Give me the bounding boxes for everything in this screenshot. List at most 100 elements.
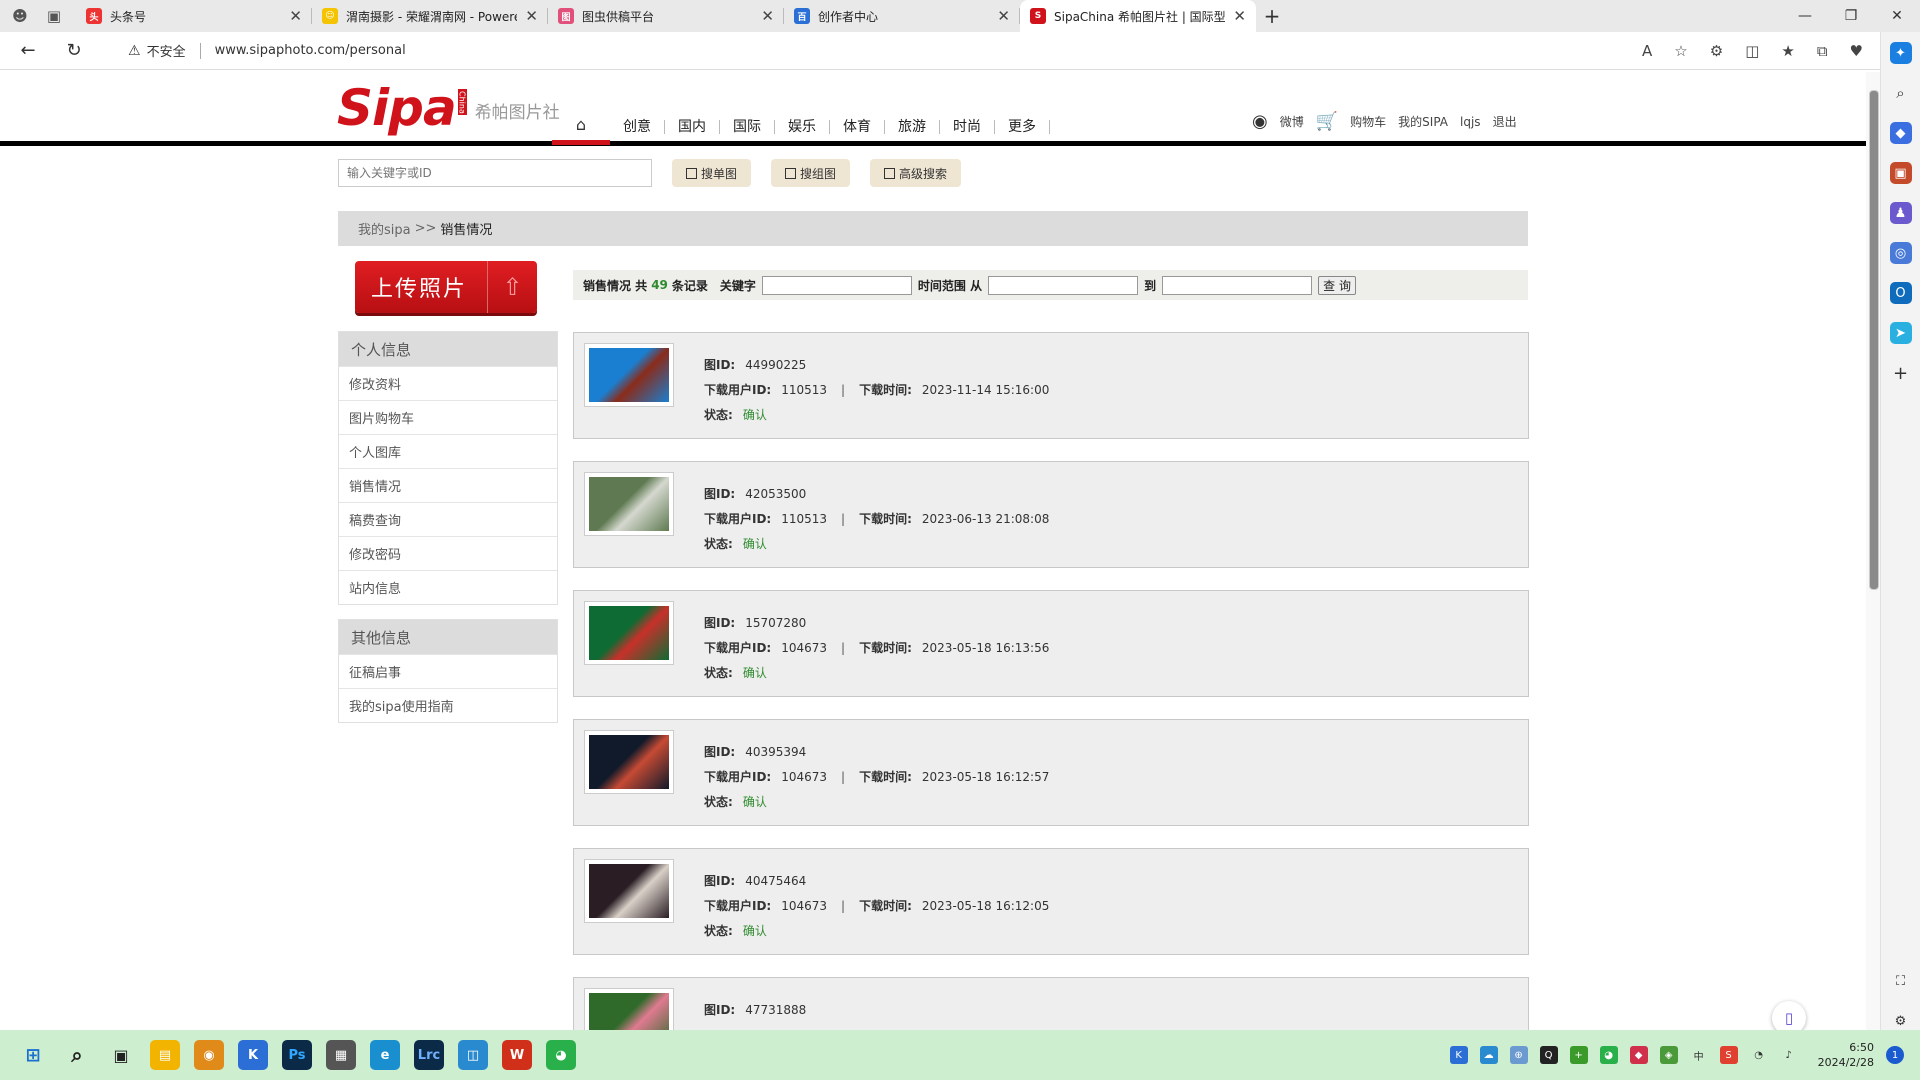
calculator-icon[interactable]: ▦ [326, 1040, 356, 1070]
url-field[interactable]: ⚠ 不安全 www.sipaphoto.com/personal [128, 36, 1538, 66]
edge-icon[interactable]: e [370, 1040, 400, 1070]
record-thumbnail[interactable] [584, 859, 674, 923]
weibo-icon[interactable]: ◉ [1252, 111, 1268, 132]
photoshop-icon[interactable]: Ps [282, 1040, 312, 1070]
tab-toutiao[interactable]: 头 头条号 ✕ [76, 0, 312, 32]
wifi-icon[interactable]: ◔ [1750, 1046, 1768, 1064]
sidebar-item-royalty[interactable]: 稿费查询 [339, 502, 557, 536]
record-thumbnail[interactable] [584, 730, 674, 794]
security-tray-icon[interactable]: + [1569, 1046, 1588, 1064]
wps-tray-icon[interactable]: S [1719, 1046, 1738, 1064]
qq-tray-icon[interactable]: Q [1539, 1046, 1558, 1064]
query-button[interactable]: 查 询 [1318, 275, 1356, 295]
nav-item-international[interactable]: 国际 [720, 120, 775, 134]
search-icon[interactable]: ⌕ [62, 1040, 92, 1070]
close-icon[interactable]: ✕ [525, 7, 538, 25]
username-link[interactable]: lqjs [1460, 115, 1481, 129]
record-thumbnail[interactable] [584, 343, 674, 407]
tab-actions-icon[interactable]: ▣ [44, 6, 64, 26]
nav-item-entertainment[interactable]: 娱乐 [775, 120, 830, 134]
close-window-icon[interactable]: ✕ [1874, 0, 1920, 32]
add-icon[interactable]: + [1890, 362, 1912, 384]
screenshot-icon[interactable]: ⛶ [1890, 970, 1912, 992]
my-sipa-link[interactable]: 我的SIPA [1398, 113, 1448, 130]
record-thumbnail[interactable] [584, 472, 674, 536]
start-icon[interactable]: ⊞ [18, 1040, 48, 1070]
file-explorer-icon[interactable]: ▤ [150, 1040, 180, 1070]
tab-weinan[interactable]: ☺ 渭南摄影 - 荣耀渭南网 - Powered ✕ [312, 0, 548, 32]
ime-icon[interactable]: 中 [1690, 1046, 1708, 1064]
kugou-icon[interactable]: K [238, 1040, 268, 1070]
sidebar-item-sales[interactable]: 销售情况 [339, 468, 557, 502]
kugou-tray-icon[interactable]: K [1449, 1046, 1468, 1064]
home-icon[interactable]: ⌂ [552, 109, 610, 145]
logout-link[interactable]: 退出 [1493, 113, 1517, 130]
tag-icon[interactable]: ◆ [1889, 122, 1912, 144]
office-icon[interactable]: ◎ [1889, 242, 1912, 264]
date-from-input[interactable] [988, 275, 1139, 295]
read-aloud-icon[interactable]: A [1642, 42, 1652, 60]
sidebar-item-call-for-entries[interactable]: 征稿启事 [339, 654, 557, 688]
reader-icon[interactable]: ▯ [1772, 1001, 1806, 1030]
sidebar-item-password[interactable]: 修改密码 [339, 536, 557, 570]
sidebar-item-messages[interactable]: 站内信息 [339, 570, 557, 604]
clock[interactable]: 6:50 2024/2/28 [1818, 1040, 1874, 1070]
split-screen-icon[interactable]: ◫ [1745, 42, 1759, 60]
search-single-button[interactable]: 搜单图 [672, 159, 752, 187]
back-arrow-icon[interactable]: ← [10, 36, 46, 66]
app-tray-icon[interactable]: ◆ [1629, 1046, 1648, 1064]
minimize-icon[interactable]: — [1782, 0, 1828, 32]
settings-gear-icon[interactable]: ⚙ [1890, 1010, 1912, 1032]
photo-viewer-icon[interactable]: ◫ [458, 1040, 488, 1070]
tab-tuchong[interactable]: 图 图虫供稿平台 ✕ [548, 0, 784, 32]
copilot-icon[interactable]: ✦ [1889, 42, 1912, 64]
shield-tray-icon[interactable]: ◈ [1659, 1046, 1678, 1064]
cart-link[interactable]: 购物车 [1350, 113, 1386, 130]
close-icon[interactable]: ✕ [1233, 7, 1246, 25]
wechat-tray-icon[interactable]: ◕ [1599, 1046, 1618, 1064]
advanced-search-button[interactable]: 高级搜索 [870, 159, 962, 187]
nav-item-domestic[interactable]: 国内 [665, 120, 720, 134]
wechat-icon[interactable]: ◕ [546, 1040, 576, 1070]
cart-icon[interactable]: 🛒 [1316, 111, 1338, 132]
favorite-star-icon[interactable]: ☆ [1674, 42, 1687, 60]
scrollbar-thumb[interactable] [1869, 90, 1879, 590]
record-thumbnail[interactable] [584, 601, 674, 665]
sidebar-item-gallery[interactable]: 个人图库 [339, 434, 557, 468]
sidebar-item-guide[interactable]: 我的sipa使用指南 [339, 688, 557, 722]
close-icon[interactable]: ✕ [761, 7, 774, 25]
refresh-icon[interactable]: ↻ [56, 36, 92, 66]
breadcrumb-my-sipa[interactable]: 我的sipa [358, 219, 411, 238]
outlook-icon[interactable]: O [1889, 282, 1912, 304]
cloud-tray-icon[interactable]: ☁ [1479, 1046, 1498, 1064]
search-icon[interactable]: ⌕ [1890, 82, 1912, 104]
search-group-button[interactable]: 搜组图 [771, 159, 851, 187]
games-icon[interactable]: ♟ [1889, 202, 1912, 224]
sidebar-item-image-cart[interactable]: 图片购物车 [339, 400, 557, 434]
volume-icon[interactable]: ♪ [1780, 1046, 1798, 1064]
network-tray-icon[interactable]: ⊕ [1509, 1046, 1528, 1064]
date-to-input[interactable] [1162, 275, 1313, 295]
search-input[interactable] [338, 159, 652, 187]
upload-photo-button[interactable]: 上传照片 ⇧ [355, 261, 537, 313]
task-view-icon[interactable]: ▣ [106, 1040, 136, 1070]
wps-icon[interactable]: W [502, 1040, 532, 1070]
restore-icon[interactable]: ❐ [1828, 0, 1874, 32]
nav-item-more[interactable]: 更多 [995, 120, 1050, 134]
tab-creator[interactable]: 百 创作者中心 ✕ [784, 0, 1020, 32]
collections-icon[interactable]: ⧉ [1817, 42, 1828, 60]
sidebar-item-edit-profile[interactable]: 修改资料 [339, 366, 557, 400]
performance-icon[interactable]: ♥ [1850, 42, 1863, 60]
page-scrollbar[interactable] [1866, 72, 1880, 1030]
extensions-icon[interactable]: ⚙ [1710, 42, 1723, 60]
nav-item-sports[interactable]: 体育 [830, 120, 885, 134]
profile-icon[interactable]: ☻ [10, 6, 30, 26]
nav-item-fashion[interactable]: 时尚 [940, 120, 995, 134]
weibo-link[interactable]: 微博 [1280, 113, 1304, 130]
nav-item-travel[interactable]: 旅游 [885, 120, 940, 134]
lightroom-icon[interactable]: Lrc [414, 1040, 444, 1070]
toolbox-icon[interactable]: ▣ [1889, 162, 1912, 184]
nav-item-creative[interactable]: 创意 [610, 120, 665, 134]
new-tab-button[interactable]: + [1256, 0, 1288, 32]
notification-badge[interactable]: 1 [1886, 1046, 1904, 1064]
